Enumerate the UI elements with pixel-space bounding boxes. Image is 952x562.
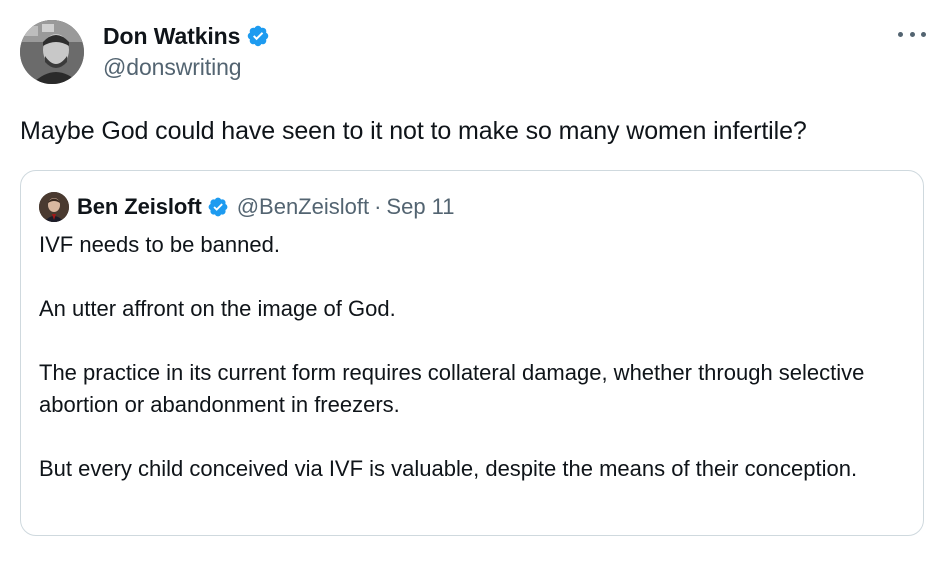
verified-badge-icon: [246, 24, 270, 48]
more-dot: [921, 31, 926, 37]
more-dot: [898, 31, 903, 37]
quoted-tweet-header: Ben Zeisloft @BenZeisloft · Sep 11: [39, 191, 455, 223]
more-options-icon[interactable]: [898, 24, 926, 44]
quoted-paragraph: The practice in its current form require…: [39, 360, 865, 417]
tweet-card: Don Watkins @donswriting Maybe God could…: [0, 0, 952, 562]
quoted-tweet-body: IVF needs to be banned. An utter affront…: [39, 229, 899, 485]
author-avatar-image: [20, 20, 84, 84]
tweet-text: Maybe God could have seen to it not to m…: [20, 117, 807, 145]
verified-badge-icon: [207, 196, 229, 218]
quoted-paragraph: An utter affront on the image of God.: [39, 296, 396, 321]
quoted-author-avatar-image: [39, 192, 69, 222]
author-name[interactable]: Don Watkins: [103, 23, 240, 50]
quoted-tweet-date: Sep 11: [386, 194, 455, 219]
quoted-tweet[interactable]: Ben Zeisloft @BenZeisloft · Sep 11 IVF n…: [20, 170, 924, 536]
separator-dot: ·: [374, 194, 382, 219]
quoted-paragraph: But every child conceived via IVF is val…: [39, 456, 858, 481]
quoted-author-handle: @BenZeisloft: [236, 194, 370, 219]
quoted-paragraph: IVF needs to be banned.: [39, 232, 280, 257]
author-handle[interactable]: @donswriting: [103, 54, 270, 81]
quoted-author-name: Ben Zeisloft: [77, 194, 202, 219]
more-dot: [909, 31, 915, 37]
author-block: Don Watkins @donswriting: [103, 20, 270, 81]
quoted-author-avatar: [39, 192, 69, 222]
author-avatar[interactable]: [20, 20, 84, 84]
